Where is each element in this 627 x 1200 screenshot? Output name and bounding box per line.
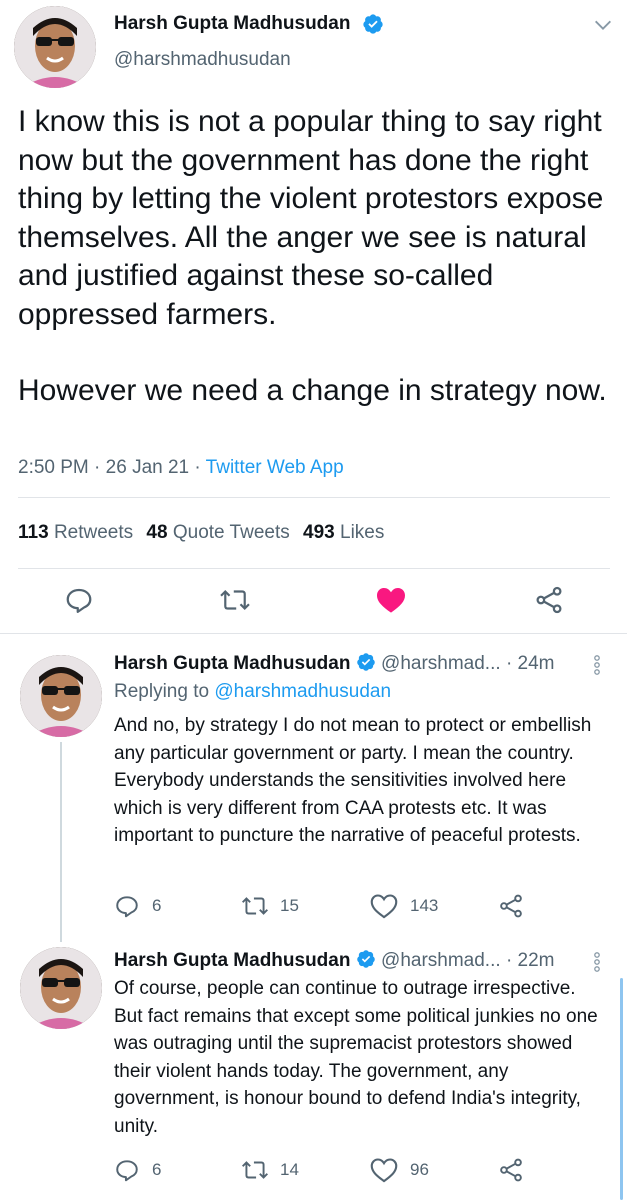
divider (0, 633, 627, 634)
like-action[interactable]: 143 (370, 893, 438, 919)
author-handle[interactable]: @harshmad... (381, 653, 501, 674)
meta-separator: · (194, 457, 201, 478)
avatar[interactable] (14, 6, 96, 88)
vertical-dots-icon[interactable] (592, 951, 602, 973)
share-icon[interactable] (498, 1157, 524, 1183)
retweets-label: Retweets (53, 522, 134, 543)
likes-stat[interactable]: 493 Likes (303, 522, 384, 543)
avatar[interactable] (20, 655, 102, 737)
reply-action[interactable]: 6 (114, 893, 161, 919)
reply-count: 6 (152, 1160, 162, 1179)
reply-header: Harsh Gupta Madhusudan @harshmad... · 24… (114, 652, 555, 675)
chevron-down-icon[interactable] (592, 14, 614, 36)
reply-text: And no, by strategy I do not mean to pro… (114, 715, 592, 846)
retweets-count: 113 (18, 522, 49, 543)
tweet-stats: 113 Retweets 48 Quote Tweets 493 Likes (18, 522, 384, 544)
author-name[interactable]: Harsh Gupta Madhusudan (114, 653, 350, 674)
author-name[interactable]: Harsh Gupta Madhusudan (114, 13, 350, 35)
quotes-stat[interactable]: 48 Quote Tweets (146, 522, 295, 543)
retweet-count: 15 (280, 896, 299, 915)
author-handle[interactable]: @harshmadhusudan (114, 49, 291, 71)
avatar-image (20, 655, 102, 737)
reply-header: Harsh Gupta Madhusudan @harshmad... · 22… (114, 949, 555, 972)
reply-count: 6 (152, 896, 162, 915)
tweet-time[interactable]: 2:50 PM (18, 457, 89, 478)
verified-badge-icon (356, 950, 375, 968)
divider (18, 497, 610, 498)
avatar-image (14, 6, 96, 88)
retweet-action[interactable]: 14 (240, 1157, 299, 1183)
heart-icon (370, 1158, 398, 1183)
thread-line (60, 742, 62, 942)
heart-icon (370, 894, 398, 919)
likes-label: Likes (340, 522, 385, 543)
quotes-label: Quote Tweets (172, 522, 290, 543)
tweet-time-ago[interactable]: · 24m (506, 653, 555, 674)
verified-badge-icon (356, 653, 375, 671)
tweet-time-ago[interactable]: · 22m (506, 950, 555, 971)
share-icon[interactable] (498, 893, 524, 919)
scrollbar[interactable] (620, 978, 623, 1200)
heart-icon[interactable] (375, 585, 407, 615)
like-count: 96 (410, 1160, 429, 1179)
avatar-image (20, 947, 102, 1029)
tweet-meta: 2:50 PM · 26 Jan 21 · Twitter Web App (18, 457, 344, 479)
retweets-stat[interactable]: 113 Retweets (18, 522, 138, 543)
quotes-count: 48 (146, 522, 168, 543)
reply-action[interactable]: 6 (114, 1157, 161, 1183)
tweet-date[interactable]: 26 Jan 21 (106, 457, 189, 478)
tweet-text: I know this is not a popular thing to sa… (18, 103, 618, 411)
replying-to: Replying to @harshmadhusudan (114, 681, 391, 703)
replying-to-handle[interactable]: @harshmadhusudan (214, 681, 391, 702)
vertical-dots-icon[interactable] (592, 654, 602, 676)
author-name[interactable]: Harsh Gupta Madhusudan (114, 950, 350, 971)
replying-prefix: Replying to (114, 681, 210, 702)
tweet-paragraph: I know this is not a popular thing to sa… (18, 105, 604, 331)
meta-separator: · (94, 457, 101, 478)
author-handle[interactable]: @harshmad... (381, 950, 501, 971)
retweet-count: 14 (280, 1160, 299, 1179)
retweet-icon (241, 897, 269, 915)
reply-icon (116, 1160, 138, 1182)
retweet-icon[interactable] (218, 585, 252, 615)
share-icon[interactable] (533, 585, 565, 615)
reply-text: Of course, people can continue to outrag… (114, 978, 598, 1137)
divider (18, 568, 610, 569)
verified-badge-icon (363, 14, 383, 34)
avatar[interactable] (20, 947, 102, 1029)
reply-icon (116, 896, 138, 918)
tweet-paragraph: However we need a change in strategy now… (18, 374, 607, 407)
likes-count: 493 (303, 522, 335, 543)
like-count: 143 (410, 896, 439, 915)
retweet-action[interactable]: 15 (240, 893, 299, 919)
like-action[interactable]: 96 (370, 1157, 429, 1183)
reply-icon[interactable] (64, 585, 94, 615)
tweet-source[interactable]: Twitter Web App (206, 457, 344, 478)
retweet-icon (241, 1161, 269, 1179)
